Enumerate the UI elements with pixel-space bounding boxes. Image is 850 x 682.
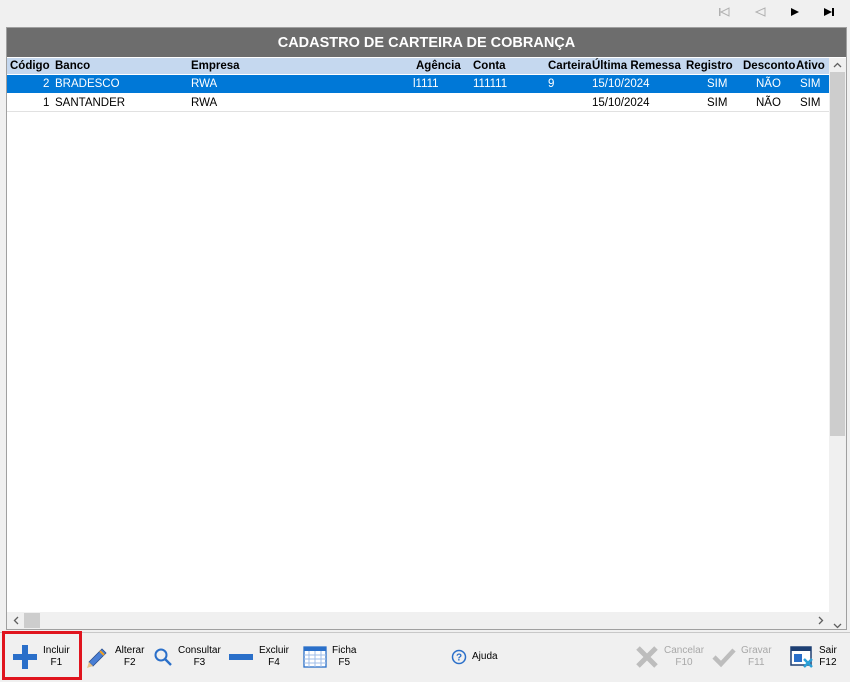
cell-ativo: SIM — [800, 78, 821, 90]
column-header-registro[interactable]: Registro — [686, 58, 733, 74]
table-row[interactable]: 1 SANTANDER RWA 15/10/2024 SIM NÃO SIM — [7, 94, 829, 112]
help-icon: ? — [451, 649, 467, 665]
consultar-button[interactable]: Consultar F3 — [153, 635, 221, 679]
record-navigator — [0, 0, 850, 26]
cell-ativo: SIM — [800, 97, 821, 109]
cell-carteira: 9 — [548, 78, 555, 90]
cell-banco: BRADESCO — [55, 78, 120, 90]
gravar-key: F11 — [748, 657, 765, 668]
vertical-scrollbar[interactable] — [829, 58, 846, 612]
column-header-carteira[interactable]: Carteira — [548, 58, 591, 74]
ficha-key: F5 — [338, 657, 351, 668]
gravar-button[interactable]: Gravar F11 — [712, 635, 772, 679]
grid-header: Código Banco Empresa Agência Conta Carte… — [7, 58, 829, 74]
first-record-button[interactable] — [713, 2, 735, 22]
ficha-button[interactable]: Ficha F5 — [303, 635, 356, 679]
column-header-ativo[interactable]: Ativo — [796, 58, 825, 74]
excluir-key: F4 — [268, 657, 280, 668]
column-header-desconto[interactable]: Desconto — [743, 58, 795, 74]
column-header-ultima-remessa[interactable]: Última Remessa — [592, 58, 681, 74]
svg-text:?: ? — [456, 653, 462, 664]
gravar-label: Gravar — [741, 645, 772, 656]
column-header-codigo[interactable]: Código — [10, 58, 50, 74]
column-header-empresa[interactable]: Empresa — [191, 58, 240, 74]
vertical-scroll-thumb[interactable] — [830, 72, 845, 436]
cell-codigo: 2 — [43, 78, 50, 90]
sair-label: Sair — [819, 645, 837, 656]
last-record-icon — [824, 8, 834, 16]
previous-record-icon — [754, 7, 766, 17]
consultar-label: Consultar — [178, 645, 221, 656]
horizontal-scrollbar[interactable] — [7, 612, 829, 629]
cell-registro: SIM — [707, 78, 728, 90]
consultar-key: F3 — [193, 657, 206, 668]
cell-empresa: RWA — [191, 97, 218, 109]
carteira-panel: CADASTRO DE CARTEIRA DE COBRANÇA Código … — [6, 27, 847, 630]
horizontal-scroll-thumb[interactable] — [24, 613, 40, 628]
cancelar-label: Cancelar — [664, 645, 705, 656]
cell-desconto: NÃO — [756, 97, 781, 109]
highlight-box — [2, 631, 82, 680]
cancel-x-icon — [636, 646, 658, 668]
cancelar-key: F10 — [675, 657, 693, 668]
alterar-label: Alterar — [115, 645, 145, 656]
pencil-icon — [87, 648, 107, 668]
minus-icon — [229, 654, 253, 660]
next-record-icon — [791, 8, 799, 16]
table-row[interactable]: 2 BRADESCO RWA l1111 111111 9 15/10/2024… — [7, 75, 829, 93]
excluir-button[interactable]: Excluir F4 — [228, 635, 289, 679]
column-header-agencia[interactable]: Agência — [416, 58, 461, 74]
alterar-key: F2 — [123, 657, 136, 668]
cell-banco: SANTANDER — [55, 97, 126, 109]
next-record-button[interactable] — [783, 2, 805, 22]
scroll-up-icon[interactable] — [829, 58, 846, 72]
ajuda-label: Ajuda — [472, 651, 498, 662]
ficha-label: Ficha — [332, 645, 357, 656]
cell-ultima-remessa: 15/10/2024 — [592, 97, 650, 109]
page-title: CADASTRO DE CARTEIRA DE COBRANÇA — [7, 28, 846, 57]
cell-conta: 111111 — [473, 78, 508, 90]
calendar-icon — [303, 646, 327, 668]
scroll-right-icon[interactable] — [812, 612, 829, 629]
column-header-banco[interactable]: Banco — [55, 58, 90, 74]
search-icon — [154, 648, 172, 666]
ajuda-button[interactable]: ? Ajuda — [451, 635, 498, 679]
sair-key: F12 — [819, 657, 837, 668]
exit-window-icon — [790, 646, 813, 668]
checkmark-icon — [712, 648, 736, 668]
cell-registro: SIM — [707, 97, 728, 109]
column-header-conta[interactable]: Conta — [473, 58, 506, 74]
action-toolbar: Incluir F1 Alterar F2 Consultar F3 Excluir F… — [0, 632, 850, 682]
alterar-button[interactable]: Alterar F2 — [86, 635, 144, 679]
cell-desconto: NÃO — [756, 78, 781, 90]
scroll-left-icon[interactable] — [7, 612, 24, 629]
cancelar-button[interactable]: Cancelar F10 — [635, 635, 704, 679]
cell-empresa: RWA — [191, 78, 218, 90]
cell-ultima-remessa: 15/10/2024 — [592, 78, 650, 90]
sair-button[interactable]: Sair F12 — [790, 635, 837, 679]
previous-record-button[interactable] — [749, 2, 771, 22]
first-record-icon — [719, 7, 730, 17]
excluir-label: Excluir — [259, 645, 290, 656]
cell-codigo: 1 — [43, 97, 50, 109]
scroll-corner — [829, 612, 846, 629]
last-record-button[interactable] — [818, 2, 840, 22]
cell-agencia: l1111 — [413, 78, 439, 90]
